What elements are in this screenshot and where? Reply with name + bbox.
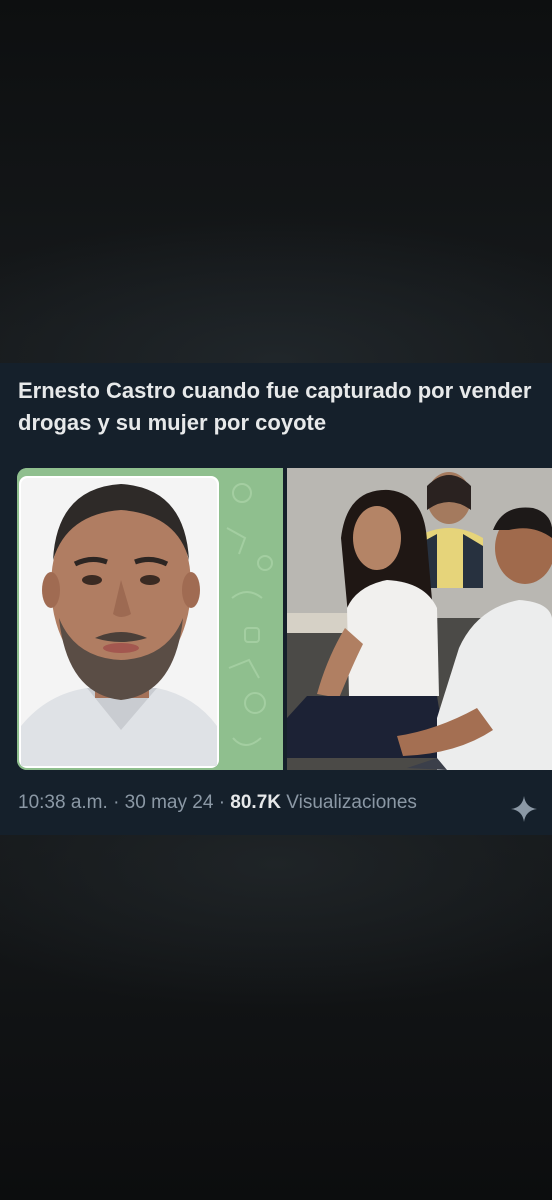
sparkle-icon[interactable] [510,795,538,823]
tweet-text: Ernesto Castro cuando fue capturado por … [18,378,532,435]
screenshot: Ernesto Castro cuando fue capturado por … [0,0,552,1200]
tweet-card[interactable]: Ernesto Castro cuando fue capturado por … [0,363,552,835]
meta-separator: · [218,792,226,813]
tweet-meta: 10:38 a.m. · 30 may 24 · 80.7K Visualiza… [18,791,417,815]
tweet-time[interactable]: 10:38 a.m. [18,792,108,813]
tweet-photo-arrest[interactable] [287,468,552,770]
meta-separator: · [113,792,120,813]
views-count: 80.7K [230,792,281,813]
views-label: Visualizaciones [286,792,417,813]
arrest-image [287,468,552,770]
tweet-photo-portrait[interactable] [17,468,283,770]
portrait-image [17,468,283,770]
tweet-media [17,468,552,770]
tweet-date[interactable]: 30 may 24 [125,792,214,813]
